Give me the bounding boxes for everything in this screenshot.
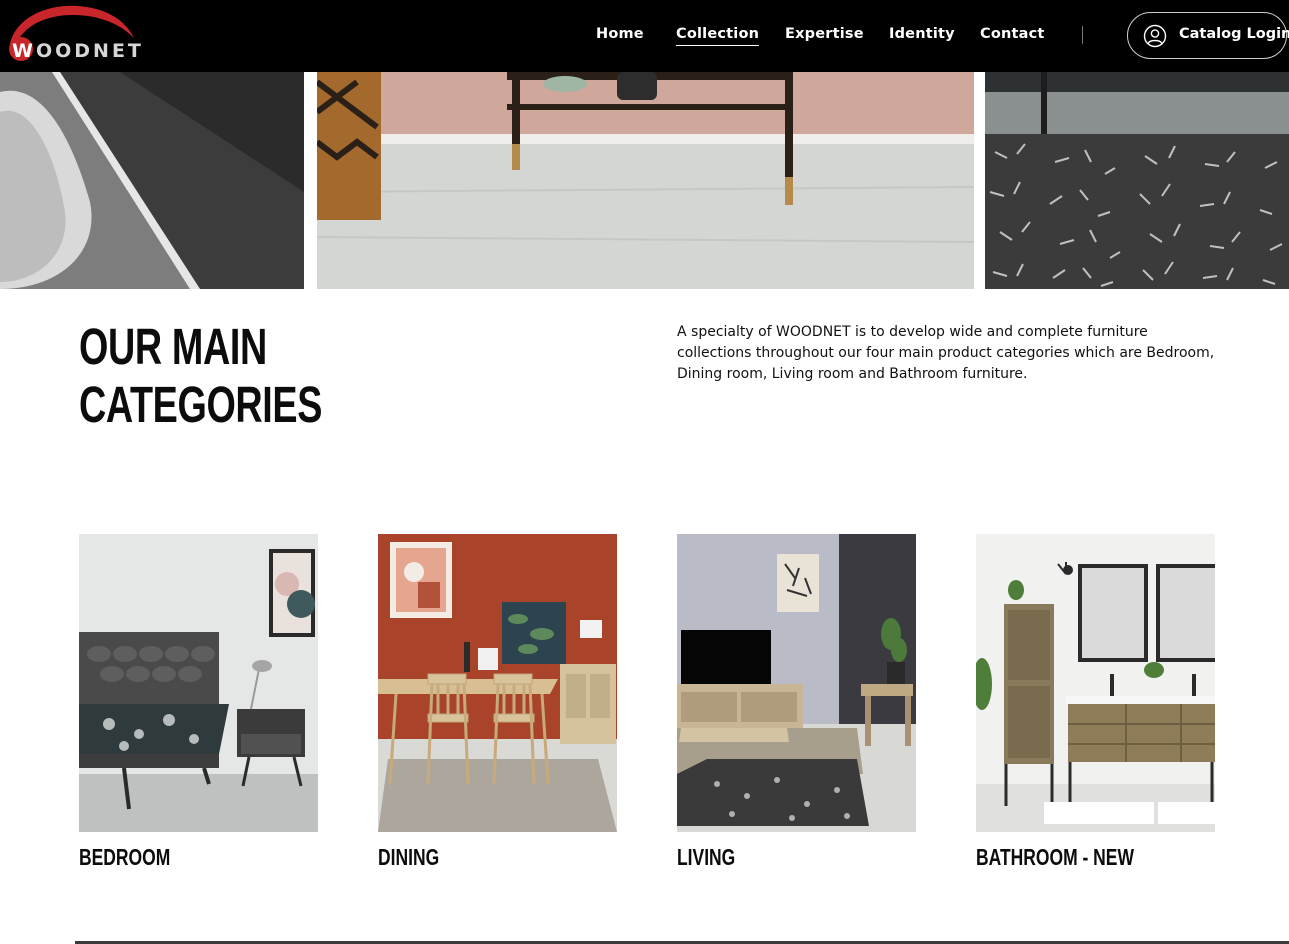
bathroom-photo (976, 534, 1215, 832)
category-label-bedroom: BEDROOM (79, 844, 171, 870)
section-intro: A specialty of WOODNET is to develop wid… (677, 324, 1215, 382)
chair-closeup-photo (0, 72, 304, 289)
living-photo (677, 534, 916, 832)
site-header: WOODNET Home Collection Expertise Identi… (0, 0, 1289, 72)
section-title-line-1: OUR MAIN (79, 318, 267, 375)
category-label-living: LIVING (677, 844, 736, 870)
nav-item-home[interactable]: Home (596, 24, 644, 44)
category-label-bathroom: BATHROOM - NEW (976, 844, 1134, 870)
console-table-photo (317, 72, 974, 289)
catalog-login-button[interactable]: Catalog Login (1127, 12, 1289, 59)
section-title-line-2: CATEGORIES (79, 376, 323, 433)
hero-strip (0, 72, 1289, 289)
nav-item-contact[interactable]: Contact (980, 24, 1045, 44)
catalog-login-label: Catalog Login (1179, 26, 1289, 42)
bedroom-photo (79, 534, 318, 832)
category-card-dining[interactable]: DINING (378, 534, 617, 870)
nav-divider (1082, 26, 1083, 44)
category-card-bedroom[interactable]: BEDROOM (79, 534, 318, 870)
shag-rug-photo (985, 72, 1289, 289)
nav-item-identity[interactable]: Identity (889, 24, 955, 44)
category-label-dining: DINING (378, 844, 440, 870)
woodnet-logo[interactable]: WOODNET (6, 4, 141, 68)
nav-item-collection[interactable]: Collection (676, 24, 760, 46)
category-card-living[interactable]: LIVING (677, 534, 916, 870)
section-title: OUR MAIN CATEGORIES (79, 318, 322, 434)
user-circle-icon (1143, 24, 1167, 48)
dining-photo (378, 534, 617, 832)
category-card-bathroom[interactable]: BATHROOM - NEW (976, 534, 1215, 870)
nav-item-expertise[interactable]: Expertise (785, 24, 864, 44)
logo-wordmark: WOODNET (12, 40, 144, 62)
